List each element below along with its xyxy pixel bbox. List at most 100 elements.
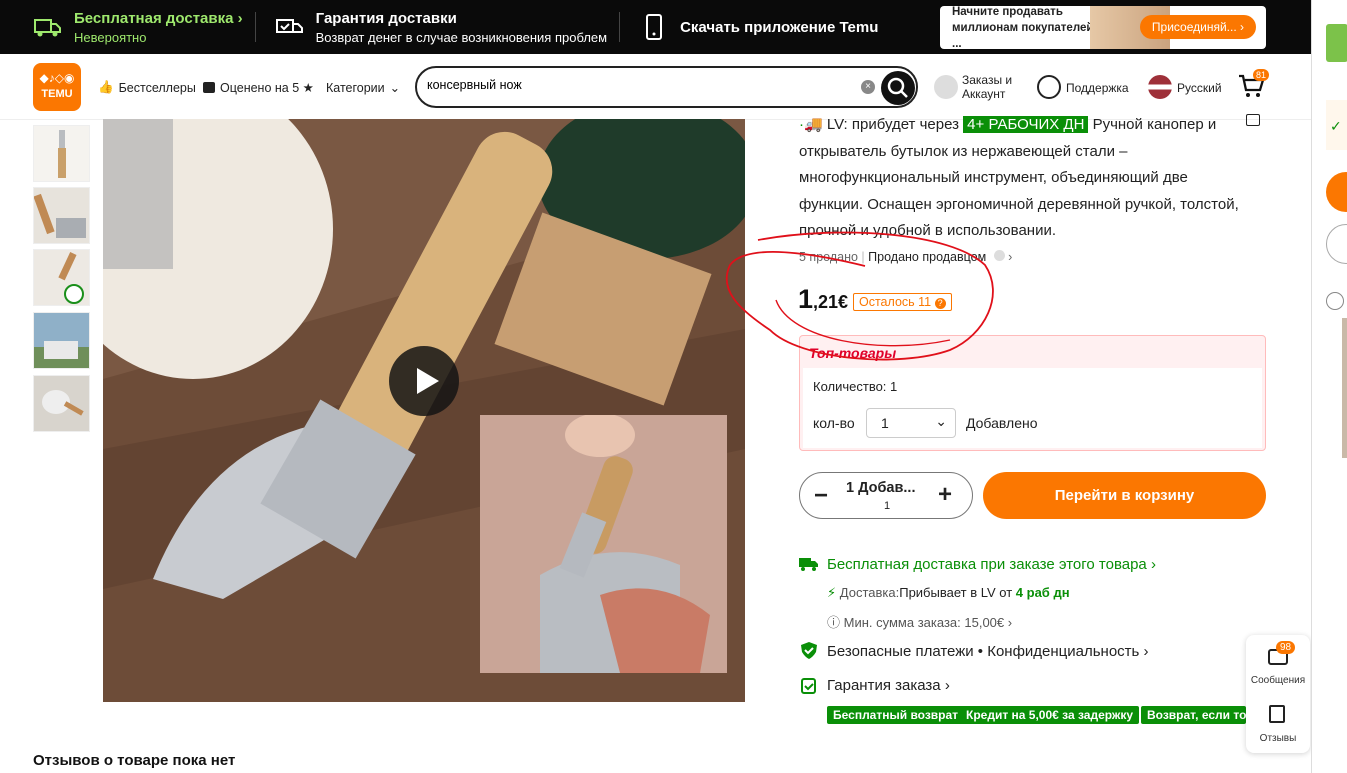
support-link[interactable]: Поддержка — [1066, 81, 1129, 95]
orders-account[interactable]: Заказы и Аккаунт — [962, 73, 1032, 101]
reviews-label[interactable]: Отзывы — [1246, 733, 1310, 744]
minus-button[interactable]: − — [814, 482, 828, 510]
min-order-text: Мин. сумма заказа: 15,00€ — [843, 615, 1005, 630]
promo-app-title: Скачать приложение Temu — [680, 18, 879, 36]
sold-info: 5 продано | Продано продавцом › — [799, 250, 1013, 264]
free-shipping-text: Бесплатная доставка при заказе этого тов… — [827, 556, 1147, 573]
side-check-icon: ✓ — [1326, 100, 1347, 150]
quantity-added: Добавлено — [966, 415, 1038, 431]
delivery-days-tag: 4+ РАБОЧИХ ДН — [963, 116, 1089, 133]
promo-app[interactable]: Скачать приложение Temu — [620, 13, 878, 41]
seller-line2: миллионам покупателей ... — [952, 21, 1094, 50]
latvia-flag-icon[interactable] — [1148, 75, 1172, 99]
side-radio[interactable] — [1326, 292, 1344, 310]
delay-credit-pill: Кредит на 5,00€ за задержку — [960, 706, 1140, 724]
thumbs-up-icon: 👍 — [98, 80, 114, 94]
free-return-pill: Бесплатный возврат — [827, 706, 965, 724]
side-orange-circle[interactable] — [1326, 172, 1347, 212]
join-button[interactable]: Присоединяй... › — [1139, 15, 1256, 39]
chevron-right-icon: › — [944, 677, 950, 694]
support-icon[interactable] — [1037, 75, 1061, 99]
search-bar: × — [415, 66, 918, 108]
shipping-truck-icon — [799, 556, 819, 577]
side-strip: ✓ — [1311, 0, 1347, 773]
account-icon[interactable] — [934, 75, 958, 99]
guarantee-icon — [801, 677, 817, 699]
nav-bestsellers[interactable]: 👍 Бестселлеры — [98, 80, 196, 95]
promo-guarantee-sub: Возврат денег в случае возникновения про… — [315, 29, 608, 45]
rating-icon — [203, 82, 215, 93]
thumbnail-2[interactable] — [33, 187, 90, 244]
side-green-icon — [1326, 24, 1347, 62]
seller-line1: Начните продавать — [952, 6, 1063, 18]
quantity-select[interactable]: 1 ⌄ — [866, 408, 956, 438]
promo-free-shipping[interactable]: Бесплатная доставка › Невероятно — [0, 10, 243, 45]
chevron-right-icon: › — [1008, 250, 1013, 264]
play-video-button[interactable] — [389, 346, 459, 416]
min-order[interactable]: ⓘ Мин. сумма заказа: 15,00€ › — [827, 612, 1012, 631]
plus-button[interactable]: + — [938, 481, 952, 509]
top-products-title: Топ-товары — [809, 345, 897, 361]
thumbnail-3[interactable] — [33, 249, 90, 306]
reviews-heading: Отзывов о товаре пока нет — [33, 752, 236, 769]
seller-banner[interactable]: Начните продавать миллионам покупателей … — [940, 6, 1266, 49]
play-icon — [417, 368, 439, 394]
promo-free-shipping-sub: Невероятно — [74, 29, 147, 45]
quantity-stepper: − 1 Добав... 1 + — [799, 472, 973, 519]
thumbnail-1[interactable] — [33, 125, 90, 182]
delivery-label: Доставка: — [839, 585, 900, 600]
order-guarantee-text: Гарантия заказа — [827, 677, 941, 694]
lightning-icon: ⚡ — [827, 585, 837, 600]
price-integer: 1 — [798, 284, 814, 314]
free-shipping-link[interactable]: Бесплатная доставка при заказе этого тов… — [827, 556, 1156, 573]
thumbnail-5[interactable] — [33, 375, 90, 432]
quantity-select-value: 1 — [881, 415, 889, 431]
sold-by-seller[interactable]: Продано продавцом — [868, 250, 986, 264]
chevron-right-icon: › — [1150, 556, 1156, 573]
side-thumb-image — [1342, 318, 1347, 458]
reviews-icon[interactable] — [1269, 705, 1285, 723]
info-icon[interactable]: ? — [934, 298, 946, 309]
price: 1,21€ — [798, 284, 848, 315]
info-circle-icon: ⓘ — [827, 615, 841, 630]
search-button[interactable] — [881, 71, 915, 105]
thumbnail-4[interactable] — [33, 312, 90, 369]
nav-categories-label: Категории — [326, 80, 385, 95]
stepper-label: 1 Добав... — [846, 480, 916, 496]
nav-categories[interactable]: Категории ⌄ — [326, 80, 400, 96]
side-outline-circle[interactable] — [1326, 224, 1347, 264]
secure-payments-text: Безопасные платежи • Конфиденциальность — [827, 643, 1140, 660]
temu-logo[interactable]: ◆♪◇◉ TEMU — [33, 63, 81, 111]
product-title-text: Ручной канопер и открыватель бутылок из … — [799, 116, 1239, 239]
clear-icon[interactable]: × — [861, 80, 875, 94]
nav-bestsellers-label: Бестселлеры — [118, 80, 196, 95]
promo-guarantee[interactable]: Гарантия доставки Возврат денег в случае… — [256, 10, 607, 45]
nav-rated[interactable]: Оценено на 5 ★ — [203, 80, 314, 95]
truck-icon — [34, 13, 62, 41]
messages-count-badge: 98 — [1276, 641, 1296, 654]
share-icon[interactable] — [1246, 114, 1260, 126]
order-guarantee-link[interactable]: Гарантия заказа › — [827, 677, 950, 694]
stock-left-badge: Осталось 11 ? — [853, 293, 952, 311]
shield-check-icon — [801, 642, 817, 664]
nav-rated-label: Оценено на 5 ★ — [220, 81, 314, 95]
logo-glyph-icon: ◆♪◇◉ — [39, 71, 75, 85]
search-input[interactable] — [427, 78, 847, 92]
phone-icon — [640, 13, 668, 41]
messages-label[interactable]: Сообщения — [1246, 675, 1310, 686]
chevron-right-icon: › — [1007, 615, 1013, 630]
go-to-cart-button[interactable]: Перейти в корзину — [983, 472, 1266, 519]
delivery-info: ⚡ Доставка:Прибывает в LV от 4 раб дн — [827, 585, 1070, 601]
header: ◆♪◇◉ TEMU 👍 Бестселлеры Оценено на 5 ★ Ка… — [0, 54, 1311, 120]
search-icon — [887, 77, 908, 98]
language-selector[interactable]: Русский — [1177, 81, 1222, 95]
quantity-label: кол-во — [813, 415, 855, 431]
delivery-prefix: LV: прибудет через — [826, 116, 959, 133]
quantity-line: Количество: 1 — [813, 379, 898, 394]
secure-payments-link[interactable]: Безопасные платежи • Конфиденциальность … — [827, 643, 1149, 660]
product-description: ·🚚 LV: прибудет через 4+ РАБОЧИХ ДН Ручн… — [799, 112, 1239, 245]
logo-text: TEMU — [41, 88, 73, 100]
stock-left-text: Осталось 11 — [859, 295, 932, 309]
chevron-right-icon: › — [1143, 643, 1149, 660]
promo-guarantee-title: Гарантия доставки — [315, 9, 457, 27]
